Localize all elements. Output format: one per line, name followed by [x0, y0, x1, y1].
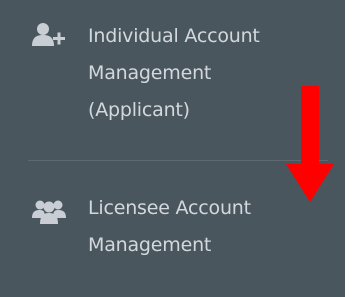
menu-item-licensee-account-management[interactable]: Licensee Account Management [0, 190, 330, 270]
add-user-icon [32, 23, 65, 46]
menu-item-individual-account-management[interactable]: Individual Account Management (Applicant… [0, 18, 330, 128]
label-line: Individual Account [88, 25, 260, 47]
red-down-arrow-icon [286, 86, 334, 202]
users-group-icon [32, 200, 66, 224]
menu-divider [28, 160, 328, 161]
label-line: Management [88, 234, 212, 256]
page-edge [345, 0, 353, 297]
sidebar-menu: Individual Account Management (Applicant… [0, 0, 345, 297]
